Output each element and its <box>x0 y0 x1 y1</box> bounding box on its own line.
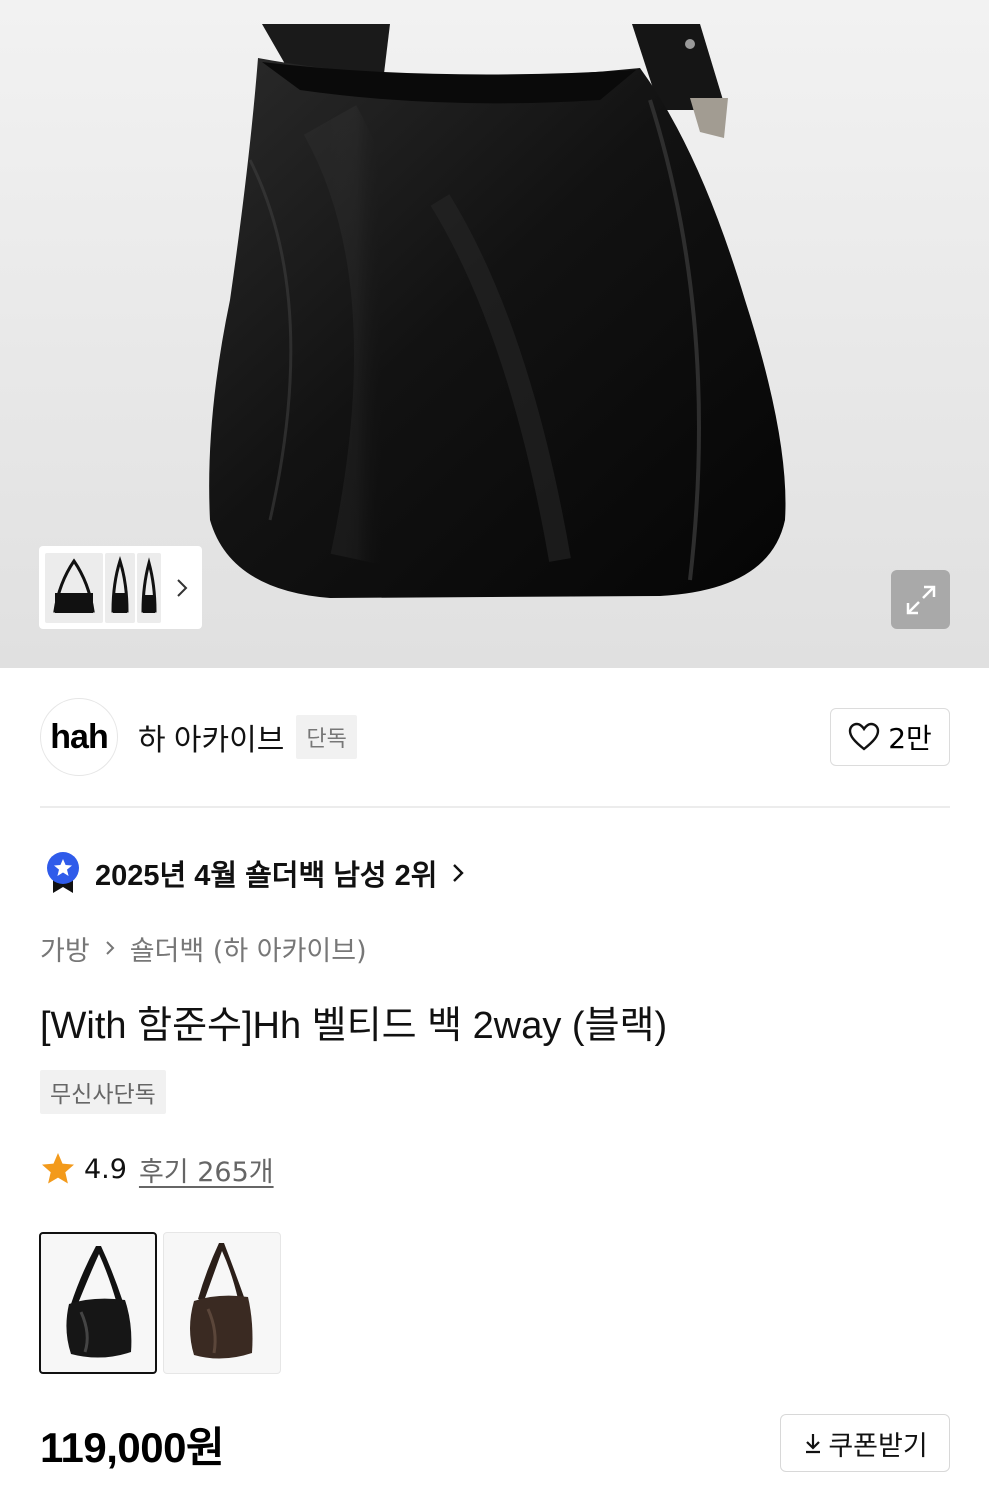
thumbnail-3[interactable] <box>137 552 161 623</box>
rating-row: 4.9 후기 265개 <box>40 1148 274 1190</box>
divider <box>40 806 950 808</box>
rank-badge-icon <box>47 852 79 893</box>
product-price: 119,000원 <box>40 1424 225 1471</box>
review-count-link[interactable]: 후기 265개 <box>139 1150 274 1189</box>
chevron-right-icon[interactable] <box>175 578 189 598</box>
product-image-gallery[interactable] <box>0 0 989 668</box>
rating-score: 4.9 <box>84 1153 127 1185</box>
heart-icon <box>849 722 880 751</box>
brand-exclusive-tag: 단독 <box>296 715 357 759</box>
coupon-label: 쿠폰받기 <box>828 1430 928 1462</box>
expand-image-button[interactable] <box>891 570 950 629</box>
breadcrumb: 가방 숄더백 (하 아카이브) <box>40 928 367 968</box>
thumbnail-strip[interactable] <box>39 546 202 629</box>
exclusive-badge: 무신사단독 <box>40 1070 166 1114</box>
star-icon <box>42 1153 74 1184</box>
chevron-right-icon <box>453 864 465 882</box>
thumbnail-2[interactable] <box>105 552 135 623</box>
brand-logo[interactable]: hah <box>40 698 118 776</box>
color-option-black[interactable] <box>39 1232 157 1374</box>
thumbnail-1[interactable] <box>45 552 103 623</box>
ranking-text: 2025년 4월 숄더백 남성 2위 <box>95 860 438 892</box>
chevron-right-icon <box>105 941 115 955</box>
brand-name[interactable]: 하 아카이브 <box>138 715 284 759</box>
brand-row: hah 하 아카이브 단독 2만 <box>40 698 950 776</box>
expand-icon <box>906 585 935 614</box>
like-button[interactable]: 2만 <box>830 708 950 766</box>
color-option-brown[interactable] <box>163 1232 281 1374</box>
ranking-link[interactable]: 2025년 4월 숄더백 남성 2위 <box>45 850 465 896</box>
like-count: 2만 <box>888 722 932 755</box>
coupon-button[interactable]: 쿠폰받기 <box>780 1414 950 1472</box>
download-icon <box>806 1434 821 1454</box>
breadcrumb-item[interactable]: 숄더백 (하 아카이브) <box>130 929 367 968</box>
breadcrumb-item[interactable]: 가방 <box>40 929 90 968</box>
product-title: [With 함준수]Hh 벨티드 백 2way (블랙) <box>40 1005 668 1047</box>
